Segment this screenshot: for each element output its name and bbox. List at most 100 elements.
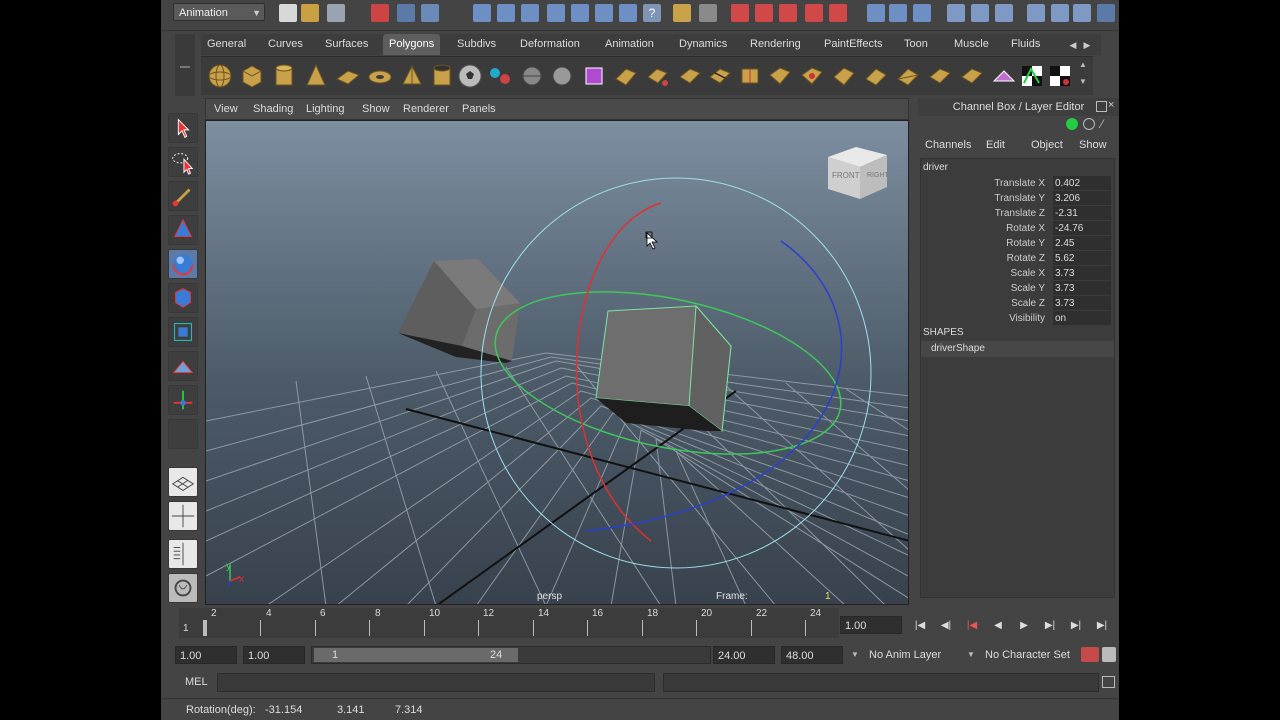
hypershade-layout-icon[interactable] [168, 573, 198, 603]
object-name[interactable]: driver [923, 162, 948, 173]
select-by-joint-icon[interactable] [497, 4, 515, 22]
chevron-down-icon[interactable]: ▼ [967, 650, 975, 659]
poly-torus-icon[interactable] [367, 63, 393, 89]
go-to-end-icon[interactable]: ▶| [1093, 617, 1111, 635]
split-polygon-icon[interactable] [707, 63, 733, 89]
anim-layer-selector[interactable]: No Anim Layer [869, 646, 941, 664]
channel-row[interactable]: Scale Z 3.73 [921, 296, 1114, 311]
lasso-tool-icon[interactable] [168, 147, 198, 177]
command-input[interactable] [217, 673, 655, 692]
range-slider-handle[interactable]: 1 24 [314, 648, 518, 662]
select-component-icon[interactable] [421, 4, 439, 22]
show-manipulator-icon[interactable] [168, 385, 198, 415]
tool-settings-toggle-icon[interactable] [1051, 4, 1069, 22]
new-scene-icon[interactable] [279, 4, 297, 22]
shelf-scroll-left-icon[interactable]: ◀ [1067, 38, 1079, 52]
snap-grid-icon[interactable] [731, 4, 749, 22]
current-time-marker[interactable] [203, 620, 207, 636]
outliner-layout-icon[interactable] [168, 539, 198, 569]
channel-row[interactable]: Rotate Y 2.45 [921, 236, 1114, 251]
tab-polygons[interactable]: Polygons [383, 34, 441, 55]
shelf-handle[interactable] [175, 34, 195, 96]
range-slider-track[interactable]: 1 24 [311, 646, 711, 664]
select-by-misc-icon[interactable]: ? [643, 4, 661, 22]
step-forward-frame-icon[interactable]: ▶| [1067, 617, 1085, 635]
chevron-down-icon[interactable]: ▼ [851, 650, 859, 659]
render-settings-icon[interactable] [995, 4, 1013, 22]
float-panel-icon[interactable] [1096, 101, 1107, 112]
menu-object[interactable]: Object [1031, 136, 1063, 154]
auto-key-icon[interactable] [1081, 647, 1099, 662]
menu-edit[interactable]: Edit [986, 136, 1005, 154]
shape-row[interactable]: driverShape [921, 341, 1114, 357]
channel-box-toggle-icon[interactable] [1073, 4, 1091, 22]
step-back-key-icon[interactable]: |◀ [963, 617, 981, 635]
menu-channels[interactable]: Channels [925, 136, 971, 154]
script-editor-icon[interactable] [1102, 676, 1115, 688]
play-forwards-icon[interactable]: ▶ [1015, 617, 1033, 635]
tab-painteffects[interactable]: PaintEffects [818, 34, 889, 55]
scene-canvas[interactable]: FRONT RIGHT y x persp Frame: 1 [206, 121, 909, 605]
channel-value-field[interactable]: on [1053, 311, 1111, 325]
append-polygon-icon[interactable] [677, 63, 703, 89]
shelf-scroll-right-icon[interactable]: ▶ [1081, 38, 1093, 52]
smooth-icon[interactable] [549, 63, 575, 89]
move-tool-icon[interactable] [168, 215, 198, 245]
channel-row[interactable]: Visibility on [921, 311, 1114, 326]
shelf-scroll-down-icon[interactable]: ▼ [1079, 77, 1089, 87]
channel-value-field[interactable]: 5.62 [1053, 251, 1111, 265]
separate-icon[interactable] [519, 63, 545, 89]
tab-surfaces[interactable]: Surfaces [319, 34, 374, 55]
select-by-dynamic-icon[interactable] [595, 4, 613, 22]
poly-plane-icon[interactable] [335, 63, 361, 89]
play-backwards-icon[interactable]: ◀ [989, 617, 1007, 635]
select-by-handle-icon[interactable] [473, 4, 491, 22]
select-by-rendering-icon[interactable] [619, 4, 637, 22]
universal-manipulator-icon[interactable] [168, 317, 198, 347]
channel-value-field[interactable]: -24.76 [1053, 221, 1111, 235]
menu-view[interactable]: View [214, 99, 238, 119]
render-frame-icon[interactable] [947, 4, 965, 22]
menu-show[interactable]: Show [362, 99, 390, 119]
snap-curve-icon[interactable] [755, 4, 773, 22]
poly-cone-icon[interactable] [303, 63, 329, 89]
attribute-editor-icon[interactable]: ⁄ [1101, 117, 1103, 131]
channel-row[interactable]: Translate Z -2.31 [921, 206, 1114, 221]
tab-curves[interactable]: Curves [262, 34, 309, 55]
last-tool-icon[interactable] [168, 419, 198, 449]
tab-rendering[interactable]: Rendering [744, 34, 807, 55]
bevel-icon[interactable] [767, 63, 793, 89]
channel-value-field[interactable]: 3.73 [1053, 296, 1111, 310]
menu-panels[interactable]: Panels [462, 99, 496, 119]
channel-value-field[interactable]: 3.206 [1053, 191, 1111, 205]
cube-left[interactable] [398, 259, 520, 363]
input-ops-icon[interactable] [867, 4, 885, 22]
channel-value-field[interactable]: -2.31 [1053, 206, 1111, 220]
extract-icon[interactable] [959, 63, 985, 89]
channel-value-field[interactable]: 3.73 [1053, 281, 1111, 295]
go-to-start-icon[interactable]: |◀ [911, 617, 929, 635]
poly-soccer-ball-icon[interactable] [457, 63, 483, 89]
channel-value-field[interactable]: 2.45 [1053, 236, 1111, 250]
poly-sphere-icon[interactable] [207, 63, 233, 89]
poly-pipe-icon[interactable] [429, 63, 455, 89]
lock-selection-icon[interactable] [673, 4, 691, 22]
channel-row[interactable]: Rotate Z 5.62 [921, 251, 1114, 266]
soft-modification-icon[interactable] [168, 351, 198, 381]
close-icon[interactable]: × [1108, 99, 1114, 111]
combine-icon[interactable] [487, 63, 513, 89]
planar-mapping-icon[interactable] [991, 63, 1017, 89]
extrude-icon[interactable] [613, 63, 639, 89]
snap-view-plane-icon[interactable] [805, 4, 823, 22]
select-by-deformation-icon[interactable] [571, 4, 589, 22]
animation-end-field[interactable]: 48.00 [781, 646, 843, 664]
scale-tool-icon[interactable] [168, 283, 198, 313]
highlight-selection-icon[interactable] [699, 4, 717, 22]
command-language-label[interactable]: MEL [185, 676, 208, 688]
menu-set-selector[interactable]: Animation ▼ [173, 3, 265, 21]
paint-select-tool-icon[interactable] [168, 181, 198, 211]
select-hierarchy-icon[interactable] [371, 4, 389, 22]
menu-lighting[interactable]: Lighting [306, 99, 345, 119]
shelf-scroll-up-icon[interactable]: ▲ [1079, 60, 1089, 70]
channel-row[interactable]: Scale Y 3.73 [921, 281, 1114, 296]
